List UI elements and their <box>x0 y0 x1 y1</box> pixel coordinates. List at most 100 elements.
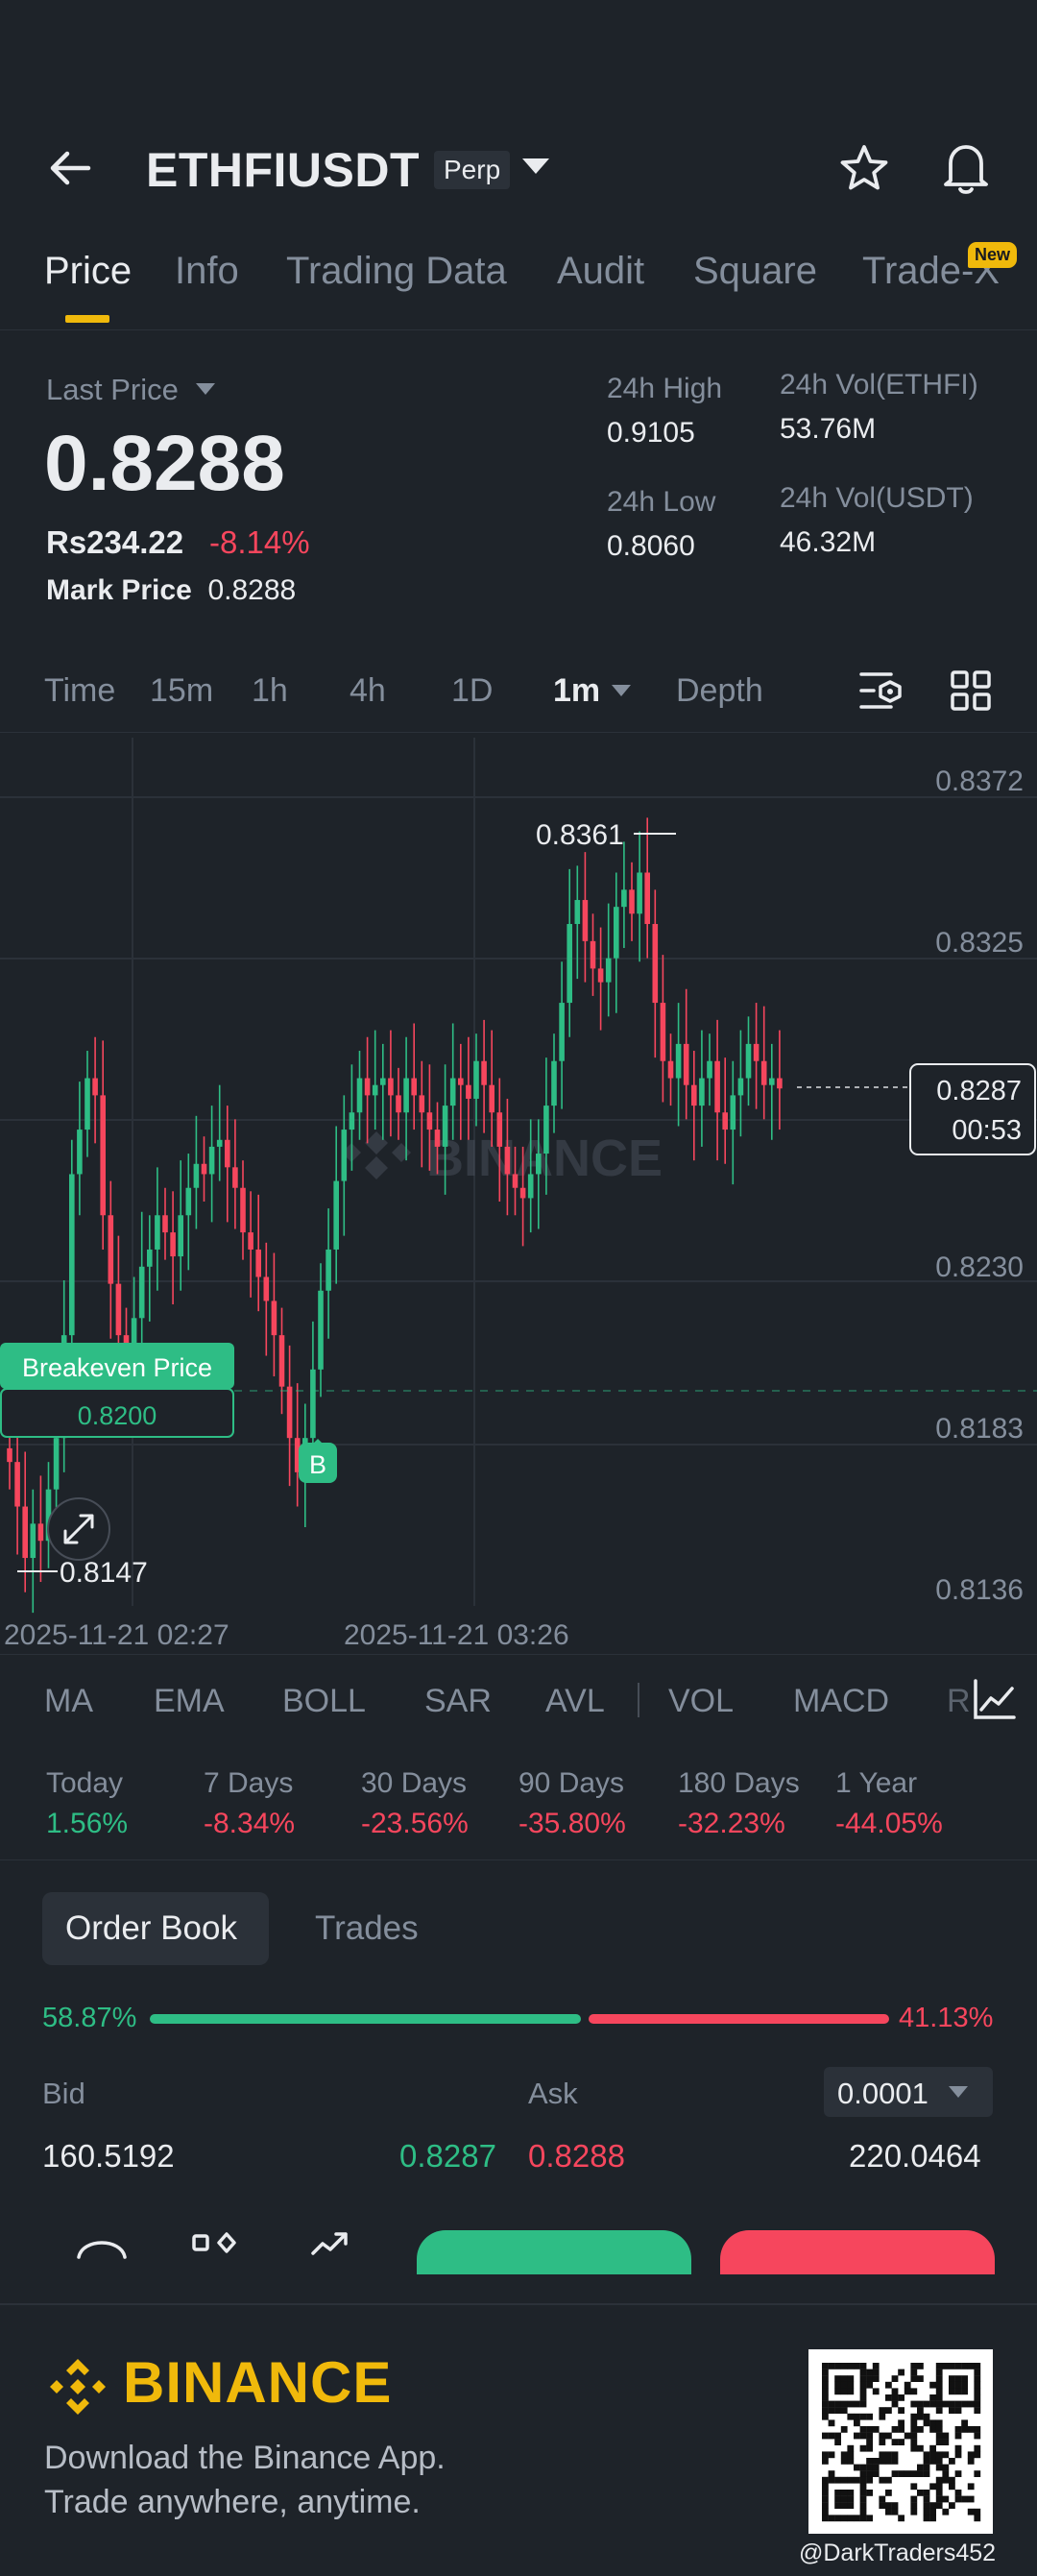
tab-price[interactable]: Price <box>44 250 132 293</box>
qr-module <box>866 2369 873 2376</box>
active-tab-indicator <box>65 315 109 323</box>
tab-trades[interactable]: Trades <box>315 1909 419 1948</box>
top-bar: ETHFIUSDT Perp <box>0 125 1037 211</box>
qr-module <box>891 2375 899 2382</box>
qr-module <box>885 2451 892 2459</box>
qr-module <box>942 2432 950 2440</box>
notification-bell-icon[interactable] <box>939 138 993 196</box>
last-price-label[interactable]: Last Price <box>46 373 179 407</box>
candle-body <box>326 1249 331 1291</box>
qr-module <box>967 2508 975 2515</box>
qr-module <box>834 2502 841 2509</box>
sell-short-button[interactable] <box>720 2230 995 2274</box>
candle-body <box>683 1043 689 1085</box>
indicator-vol[interactable]: VOL <box>668 1683 734 1720</box>
layout-grid-icon[interactable] <box>951 670 991 711</box>
chart-settings-icon[interactable] <box>858 668 906 713</box>
grid-bot-icon[interactable] <box>188 2224 246 2263</box>
candle-body <box>426 1112 433 1130</box>
high-24h-label: 24h High <box>607 373 723 404</box>
precision-value[interactable]: 0.0001 <box>837 2077 928 2111</box>
candle-body <box>442 1106 448 1147</box>
symbol-title[interactable]: ETHFIUSDT <box>146 142 420 198</box>
qr-module <box>974 2451 981 2459</box>
candlestick-chart[interactable]: BINANCE 0.8372 0.8325 0.8230 0.8183 0.81… <box>0 738 1037 1658</box>
low-marker-label: 0.8147 <box>60 1557 148 1589</box>
qr-module <box>822 2388 829 2395</box>
interval-1h[interactable]: 1h <box>252 672 288 710</box>
interval-4h[interactable]: 4h <box>350 672 386 710</box>
vol-base-value: 53.76M <box>780 413 877 445</box>
ask-price[interactable]: 0.8288 <box>528 2138 625 2175</box>
indicator-macd[interactable]: MACD <box>793 1683 889 1720</box>
perf-90d-value: -35.80% <box>518 1808 626 1839</box>
qr-module <box>967 2363 975 2369</box>
qr-module <box>954 2451 962 2459</box>
tab-trading-data[interactable]: Trading Data <box>286 250 507 293</box>
qr-module <box>847 2495 855 2503</box>
tab-info[interactable]: Info <box>175 250 239 293</box>
qr-module <box>859 2369 867 2376</box>
indicator-sar[interactable]: SAR <box>424 1683 492 1720</box>
tab-order-book-label[interactable]: Order Book <box>65 1909 237 1948</box>
bid-ratio-bar <box>150 2014 581 2024</box>
breakeven-label: Breakeven Price <box>22 1353 212 1382</box>
indicator-ma[interactable]: MA <box>44 1683 93 1720</box>
breakeven-tag[interactable]: Breakeven Price 0.8200 <box>0 1343 234 1438</box>
qr-module <box>847 2375 855 2382</box>
perf-1y-label: 1 Year <box>835 1767 918 1799</box>
qr-module <box>974 2444 981 2452</box>
symbol-dropdown-icon[interactable] <box>522 158 549 174</box>
bid-price[interactable]: 0.8287 <box>399 2138 496 2175</box>
share-icon[interactable] <box>303 2224 361 2263</box>
tab-square[interactable]: Square <box>693 250 817 293</box>
precision-dropdown-icon[interactable] <box>949 2086 968 2098</box>
interval-15m[interactable]: 15m <box>150 672 213 710</box>
qr-module <box>910 2426 918 2433</box>
favorite-star-icon[interactable] <box>837 142 891 196</box>
indicator-rsi[interactable]: R <box>947 1683 971 1720</box>
candle-body <box>333 1180 339 1250</box>
qr-module <box>949 2458 955 2465</box>
qr-module <box>840 2375 848 2382</box>
chart-bottom-divider <box>0 1654 1037 1655</box>
indicator-ema[interactable]: EMA <box>154 1683 225 1720</box>
indicator-boll[interactable]: BOLL <box>282 1683 366 1720</box>
tab-audit[interactable]: Audit <box>557 250 644 293</box>
indicator-avl[interactable]: AVL <box>545 1683 605 1720</box>
more-icon[interactable] <box>73 2224 131 2263</box>
interval-dropdown-icon[interactable] <box>612 685 631 696</box>
qr-module <box>935 2419 943 2427</box>
qr-module <box>954 2495 962 2503</box>
interval-1m[interactable]: 1m <box>553 672 600 710</box>
indicator-settings-icon[interactable] <box>972 1679 1016 1721</box>
candle-body <box>660 1003 666 1061</box>
candle-body <box>411 1078 417 1096</box>
qr-module <box>935 2426 943 2433</box>
new-badge: New <box>968 242 1018 268</box>
qr-module <box>929 2451 936 2459</box>
back-arrow-icon[interactable] <box>46 144 94 192</box>
interval-depth[interactable]: Depth <box>676 672 763 710</box>
candle-body <box>551 1060 557 1106</box>
qr-module <box>917 2375 924 2382</box>
interval-time[interactable]: Time <box>44 672 115 710</box>
qr-module <box>840 2363 848 2369</box>
qr-module <box>954 2388 962 2395</box>
expand-chart-button[interactable] <box>47 1497 110 1561</box>
last-price-dropdown-icon[interactable] <box>196 383 215 395</box>
candle-body <box>310 1369 316 1439</box>
qr-module <box>917 2400 924 2408</box>
qr-module <box>904 2381 911 2389</box>
buy-long-button[interactable] <box>417 2230 691 2274</box>
buy-marker[interactable]: B <box>299 1439 337 1483</box>
interval-1d[interactable]: 1D <box>451 672 493 710</box>
breakeven-value: 0.8200 <box>78 1401 157 1430</box>
download-line-2: Trade anywhere, anytime. <box>44 2484 421 2520</box>
qr-module <box>949 2363 955 2369</box>
candle-body <box>263 1276 270 1301</box>
qr-module <box>891 2400 899 2408</box>
candle-body <box>208 1146 215 1175</box>
candle-body <box>388 1078 394 1096</box>
qr-module <box>954 2375 962 2382</box>
